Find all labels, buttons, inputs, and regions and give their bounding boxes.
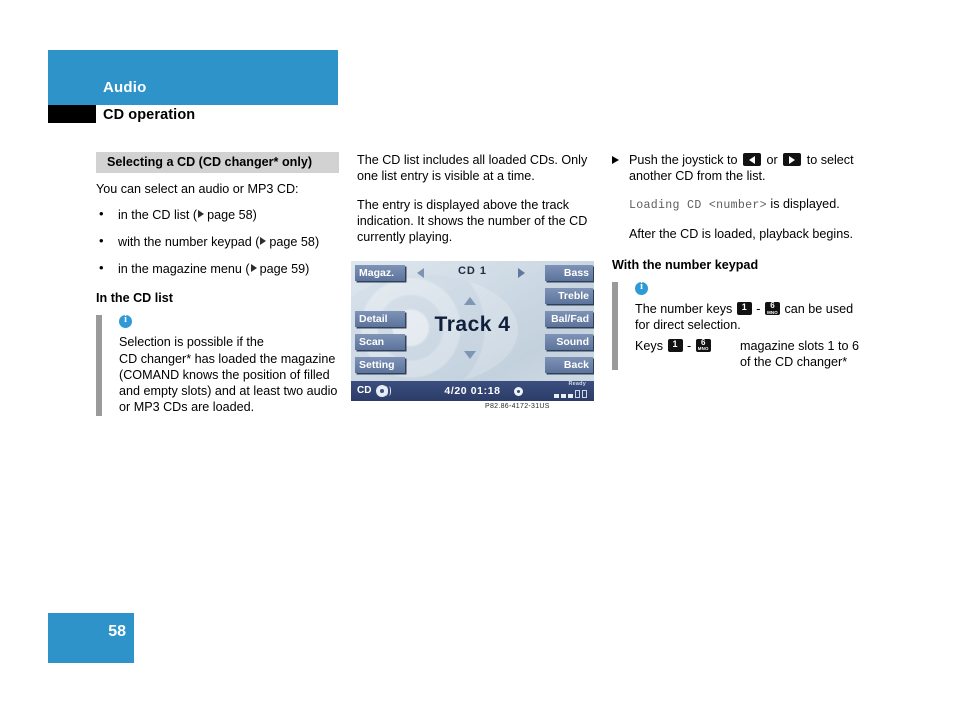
page-ref: page 58 <box>269 235 315 250</box>
figure-caption: P82.86-4172-31US <box>485 403 550 410</box>
note-line: Selection is possible if the <box>119 335 264 350</box>
loading-message-tail: is displayed. <box>766 196 840 211</box>
track-down-arrow-icon[interactable] <box>464 351 476 359</box>
note-line: (COMAND knows the position of filled <box>119 367 330 382</box>
list-item: in the magazine menu ( page 59) <box>96 260 339 277</box>
note-line: CD changer* has loaded the magazine <box>119 351 336 366</box>
key-1-icon: 1 <box>736 302 752 316</box>
info-note-block: Selection is possible if the CD changer*… <box>96 314 339 417</box>
joystick-left-icon <box>743 153 761 166</box>
note-line: or MP3 CDs are loaded. <box>119 400 255 415</box>
key-6-mno-icon: 6 MNO <box>765 301 780 316</box>
note-line: and empty slots) and at least two audio <box>119 384 338 399</box>
display-button-back[interactable]: Back <box>545 357 593 373</box>
next-cd-arrow-icon[interactable] <box>518 268 525 278</box>
selection-methods-list: in the CD list ( page 58) with the number… <box>96 206 339 277</box>
intro-paragraph: You can select an audio or MP3 CD: <box>96 182 299 196</box>
keys-cell: Keys 1 - 6 MNO <box>635 338 740 371</box>
bullet-tail: ) <box>252 208 257 223</box>
page-ref: page 59 <box>259 262 306 277</box>
after-load-paragraph: After the CD is loaded, playback begins. <box>629 226 854 241</box>
note-dash: - <box>756 302 761 317</box>
note-dash: - <box>687 338 692 353</box>
paragraph-entry-info: The entry is displayed above the track i… <box>357 197 588 245</box>
keys-desc-line-2: of the CD changer* <box>740 355 848 370</box>
page-ref-triangle-icon <box>198 209 205 218</box>
bullet-tail: ) <box>314 235 320 250</box>
page-subsection-title: CD operation <box>103 107 196 123</box>
manual-page: Audio CD operation Selecting a CD (CD ch… <box>0 0 954 716</box>
gray-heading: Selecting a CD (CD changer* only) <box>96 152 339 173</box>
note-text-a: The number keys <box>635 302 733 317</box>
step-text-a: Push the joystick to <box>629 153 738 167</box>
paragraph-cd-list-info: The CD list includes all loaded CDs. Onl… <box>357 153 588 184</box>
display-button-setting[interactable]: Setting <box>355 357 405 373</box>
display-status-bar: CD 4/20 01:18 Ready <box>351 381 594 401</box>
loading-message-mono: Loading CD <number> <box>629 198 767 212</box>
column-right: Push the joystick to or to select anothe… <box>612 152 860 371</box>
keys-description-cell: magazine slots 1 to 6 of the CD changer* <box>740 338 860 371</box>
keys-mapping-table: Keys 1 - 6 MNO magazine slots 1 to 6 of t… <box>635 338 860 371</box>
step-push-joystick: Push the joystick to or to select anothe… <box>612 152 860 185</box>
page-number: 58 <box>108 623 126 640</box>
comand-display-figure: Magaz. Detail Scan Setting Bass Treble B… <box>351 261 594 401</box>
page-ref-triangle-icon <box>260 236 267 245</box>
key-1-icon: 1 <box>667 338 683 352</box>
joystick-right-icon <box>783 153 802 166</box>
bullet-text: with the number keypad ( <box>118 235 260 250</box>
step-text-or: or <box>766 153 778 167</box>
track-up-arrow-icon[interactable] <box>464 297 476 305</box>
header-band <box>48 50 338 105</box>
prev-cd-arrow-icon[interactable] <box>417 268 424 278</box>
subheading-with-the-number-keypad: With the number keypad <box>612 258 759 273</box>
playback-disc-icon <box>514 387 523 396</box>
key-6-mno-icon: 6 MNO <box>695 338 711 352</box>
keys-label: Keys <box>635 338 663 353</box>
info-note-block-keypad: The number keys 1 - 6MNO can be used for… <box>612 281 860 371</box>
table-row: Keys 1 - 6 MNO magazine slots 1 to 6 of t… <box>635 338 860 371</box>
info-icon <box>635 281 648 296</box>
note-keypad-text: The number keys 1 - 6 MNO can be used for… <box>635 301 860 334</box>
keys-desc-line-1: magazine slots 1 to 6 <box>740 338 860 353</box>
page-ref-triangle-icon <box>250 263 257 272</box>
loading-message-paragraph: Loading CD <number> is displayed. <box>629 196 860 214</box>
info-icon <box>119 314 132 329</box>
bullet-text: in the CD list ( <box>118 208 198 223</box>
column-left: Selecting a CD (CD changer* only) You ca… <box>96 152 339 417</box>
list-item: in the CD list ( page 58) <box>96 206 339 223</box>
bullet-text: in the magazine menu ( <box>118 262 250 277</box>
column-middle: The CD list includes all loaded CDs. Onl… <box>357 152 597 257</box>
page-section-title: Audio <box>103 79 147 96</box>
page-ref: page 58 <box>207 208 253 223</box>
list-item: with the number keypad ( page 58) <box>96 233 339 250</box>
header-black-marker <box>48 105 96 123</box>
bullet-tail: ) <box>305 262 310 277</box>
display-track-label: Track 4 <box>434 313 511 336</box>
magazine-slot-indicator <box>554 390 587 398</box>
display-cd-label: CD 1 <box>457 265 488 277</box>
display-button-treble[interactable]: Treble <box>545 288 593 304</box>
status-ready-label: Ready <box>568 381 586 387</box>
subheading-in-the-cd-list: In the CD list <box>96 291 173 306</box>
